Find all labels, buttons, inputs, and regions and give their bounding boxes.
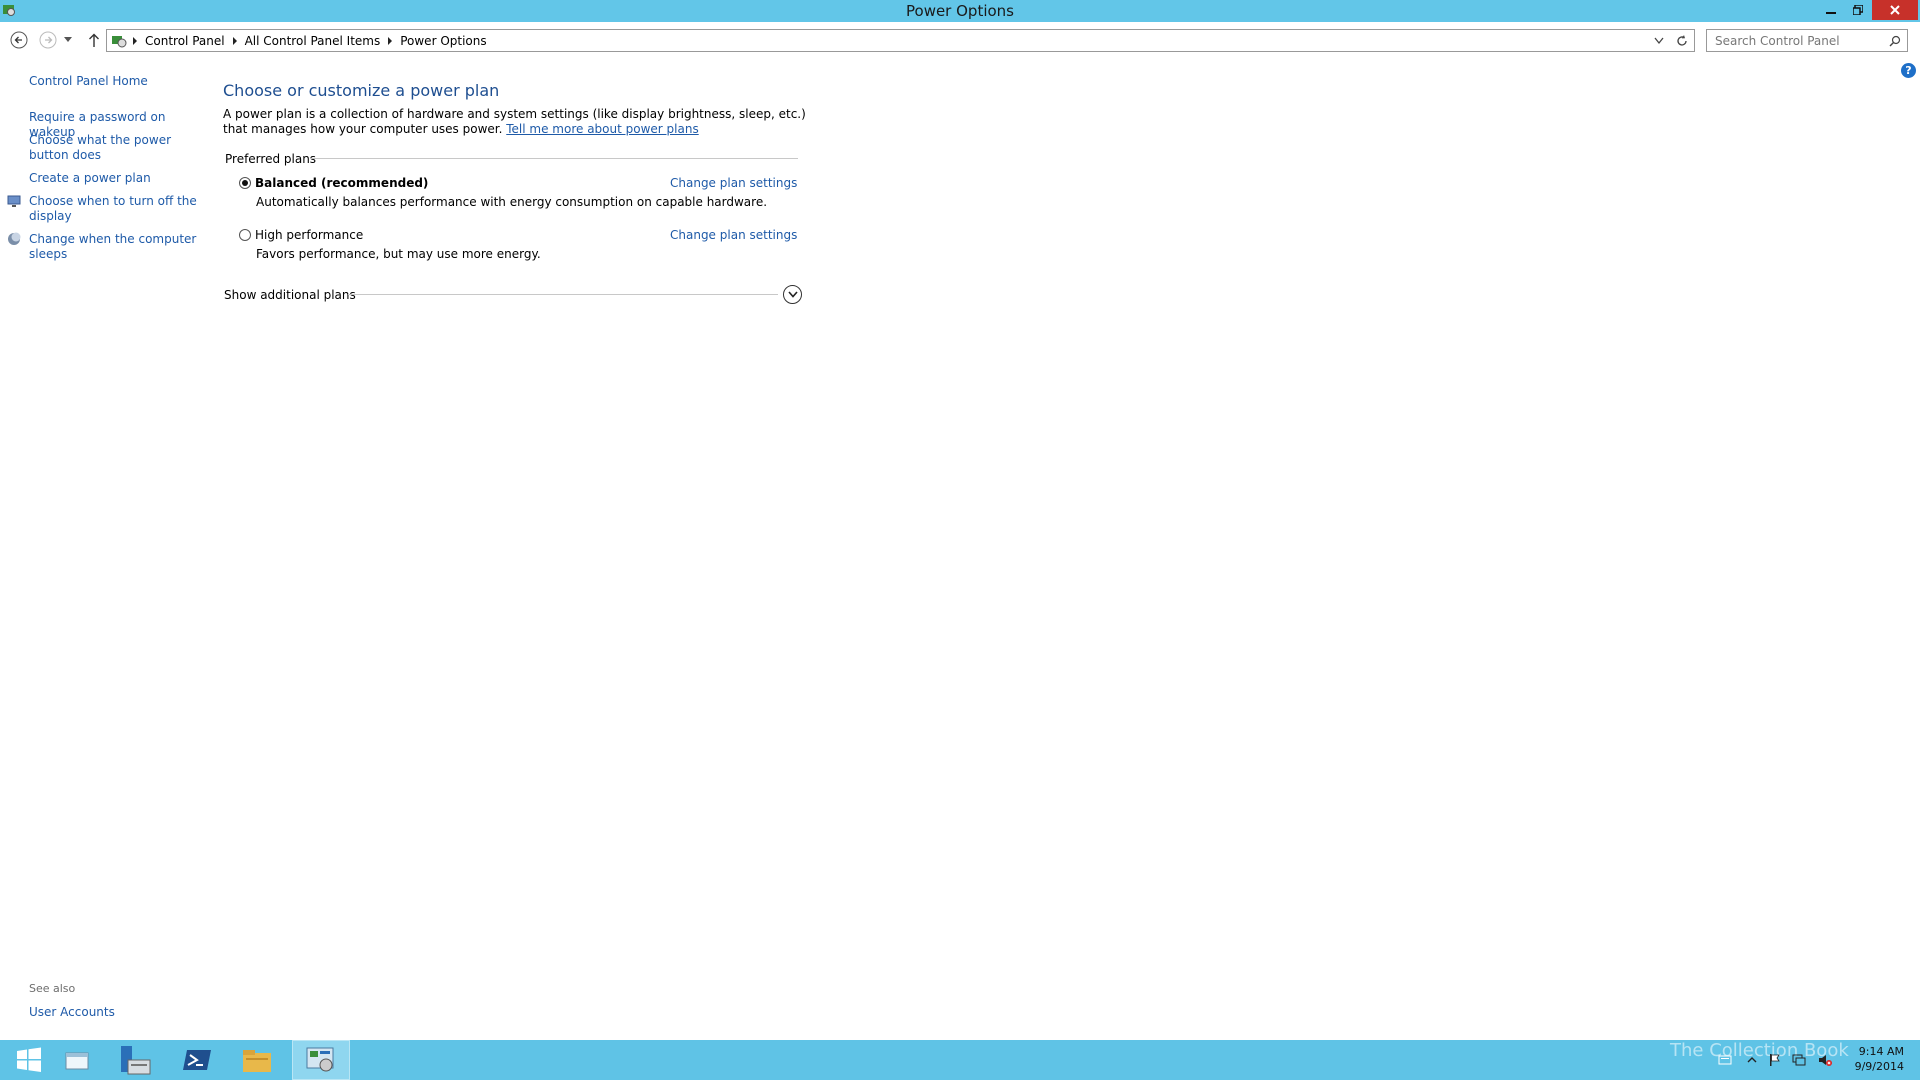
restore-button[interactable] [1845, 0, 1871, 20]
balanced-radio[interactable] [239, 177, 251, 189]
chevron-down-icon [787, 291, 798, 298]
show-additional-plans-label[interactable]: Show additional plans [224, 288, 356, 302]
chevron-down-icon [64, 37, 72, 42]
control-panel-icon [306, 1047, 334, 1072]
taskbar-server-manager[interactable] [106, 1040, 164, 1080]
taskbar [0, 1040, 1920, 1080]
up-arrow-icon [89, 33, 99, 47]
refresh-icon[interactable] [1676, 34, 1688, 47]
user-accounts-link[interactable]: User Accounts [29, 1005, 199, 1020]
high-performance-change-settings-link[interactable]: Change plan settings [670, 228, 797, 242]
taskbar-powershell[interactable] [168, 1040, 226, 1080]
address-dropdown-icon[interactable] [1654, 37, 1664, 45]
balanced-plan-description: Automatically balances performance with … [256, 195, 768, 209]
taskbar-explorer-window[interactable] [48, 1040, 106, 1080]
learn-more-link[interactable]: Tell me more about power plans [506, 122, 698, 136]
chevron-up-icon[interactable] [1745, 1053, 1759, 1067]
clock-date: 9/9/2014 [1854, 1060, 1904, 1073]
balanced-plan-name[interactable]: Balanced (recommended) [255, 176, 428, 190]
search-placeholder: Search Control Panel [1715, 33, 1840, 48]
additional-plans-divider [348, 294, 778, 295]
address-bar[interactable]: Control Panel All Control Panel Items Po… [106, 29, 1695, 52]
breadcrumb-power-options[interactable]: Power Options [400, 34, 486, 48]
expand-button[interactable] [783, 285, 802, 304]
back-button[interactable] [9, 30, 29, 50]
volume-muted-icon[interactable] [1818, 1053, 1832, 1067]
system-clock[interactable]: 9:14 AM 9/9/2014 [1844, 1044, 1904, 1074]
sidebar-item-turn-off-display[interactable]: Choose when to turn off the display [29, 194, 199, 224]
page-title: Choose or customize a power plan [223, 81, 500, 100]
restore-icon [1853, 5, 1863, 15]
preferred-plans-label: Preferred plans [225, 152, 317, 166]
taskbar-control-panel[interactable] [292, 1040, 350, 1080]
clock-time: 9:14 AM [1858, 1045, 1904, 1058]
keyboard-icon[interactable] [1718, 1053, 1732, 1067]
up-button[interactable] [84, 30, 104, 50]
minimize-button[interactable] [1818, 0, 1844, 20]
high-performance-plan-name[interactable]: High performance [255, 228, 363, 242]
forward-button[interactable] [38, 30, 58, 50]
breadcrumb-separator[interactable] [232, 36, 237, 45]
server-manager-icon [121, 1046, 151, 1075]
back-arrow-icon [10, 31, 28, 49]
monitor-icon [7, 195, 21, 207]
folder-icon [243, 1050, 271, 1072]
breadcrumb-control-panel[interactable]: Control Panel [145, 34, 225, 48]
forward-arrow-icon [39, 31, 57, 49]
high-performance-plan-description: Favors performance, but may use more ene… [256, 247, 541, 261]
windows-logo-icon [17, 1047, 41, 1072]
search-input[interactable]: Search Control Panel [1706, 29, 1908, 52]
moon-icon [8, 232, 21, 245]
help-icon[interactable]: ? [1901, 63, 1916, 78]
sidebar-item-computer-sleeps[interactable]: Change when the computer sleeps [29, 232, 199, 262]
minimize-icon [1826, 12, 1836, 14]
powershell-icon [183, 1050, 211, 1070]
sidebar-item-create-plan[interactable]: Create a power plan [29, 171, 199, 186]
window-title: Power Options [906, 2, 1014, 20]
see-also-label: See also [29, 982, 76, 995]
high-performance-radio[interactable] [239, 229, 251, 241]
title-bar: Power Options [0, 0, 1920, 22]
breadcrumb-separator[interactable] [388, 36, 393, 45]
control-panel-app-icon[interactable] [2, 3, 16, 17]
window-icon [65, 1052, 89, 1070]
breadcrumb-all-items[interactable]: All Control Panel Items [245, 34, 381, 48]
taskbar-file-explorer[interactable] [228, 1040, 286, 1080]
page-description: A power plan is a collection of hardware… [223, 107, 813, 137]
sidebar-item-power-button[interactable]: Choose what the power button does [29, 133, 199, 163]
flag-icon[interactable] [1768, 1053, 1782, 1067]
close-icon [1890, 5, 1900, 15]
control-panel-home-link[interactable]: Control Panel Home [29, 74, 199, 89]
control-panel-breadcrumb-icon [112, 35, 127, 47]
network-icon[interactable] [1792, 1053, 1806, 1067]
search-icon[interactable] [1889, 35, 1901, 47]
balanced-change-settings-link[interactable]: Change plan settings [670, 176, 797, 190]
close-button[interactable] [1872, 0, 1918, 20]
group-divider [310, 158, 798, 159]
recent-locations-button[interactable] [62, 30, 74, 50]
breadcrumb-separator[interactable] [133, 36, 137, 45]
